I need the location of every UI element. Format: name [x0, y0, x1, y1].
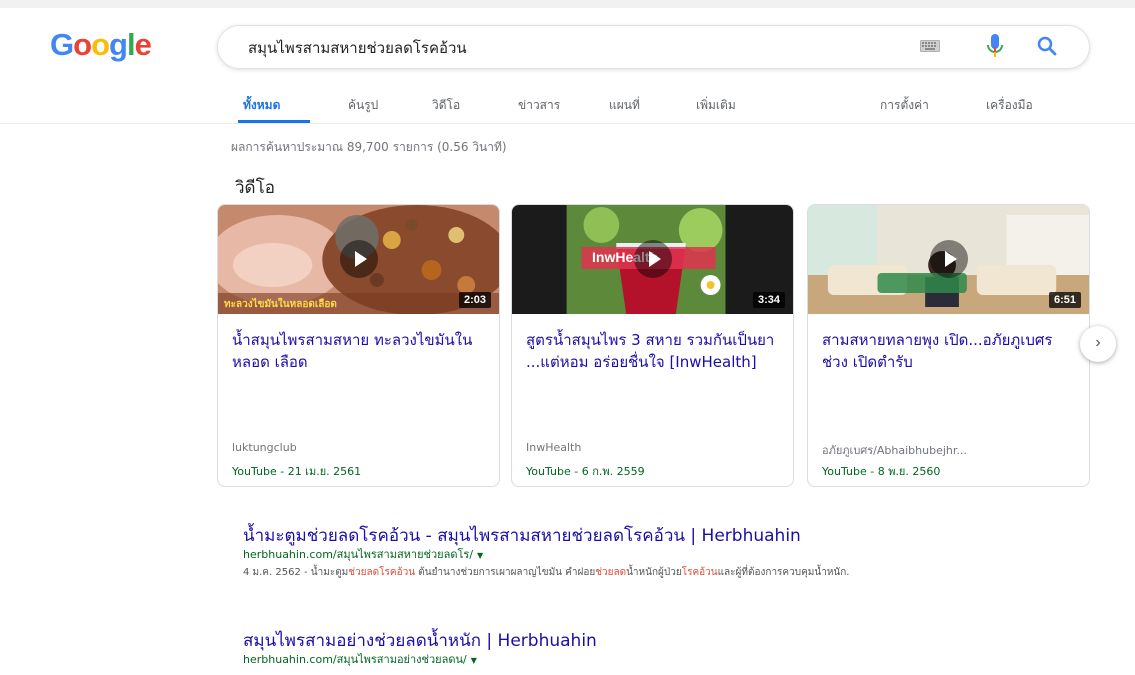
- carousel-next-button[interactable]: ›: [1080, 326, 1116, 362]
- tabs-divider: [0, 123, 1135, 124]
- result-url-text[interactable]: herbhuahin.com/สมุนไพรสามอย่างช่วยลดน/: [243, 653, 467, 666]
- video-title-link[interactable]: สูตรน้ำสมุนไพร 3 สหาย รวมกันเป็นยา ...แต…: [526, 329, 776, 373]
- result-snippet: 4 ม.ค. 2562 - น้ำมะตูมช่วยลดโรคอ้วน ต้นย…: [243, 564, 1073, 581]
- video-card[interactable]: 6:51 สามสหายทลายพุง เปิด...อภัยภูเบศร ช่…: [807, 204, 1090, 487]
- chevron-right-icon: ›: [1095, 334, 1101, 351]
- search-box[interactable]: [217, 25, 1090, 69]
- video-duration: 3:34: [752, 292, 785, 308]
- play-icon[interactable]: [339, 240, 378, 278]
- search-result: สมุนไพรสามอย่างช่วยลดน้ำหนัก | Herbhuahi…: [243, 630, 1093, 669]
- video-channel: luktungclub: [232, 441, 297, 454]
- logo-letter: e: [134, 27, 152, 62]
- result-stats: ผลการค้นหาประมาณ 89,700 รายการ (0.56 วิน…: [231, 140, 507, 154]
- snippet-text: ต้นยำนางช่วยการเผาผลาญไขมัน คำฝอย: [415, 567, 596, 578]
- search-input[interactable]: [248, 36, 928, 60]
- snippet-text: 4 ม.ค. 2562 - น้ำมะตูม: [243, 567, 349, 578]
- thumbnail-caption: ทะลวงไขมันในหลอดเลือด: [224, 299, 337, 310]
- play-icon[interactable]: [929, 240, 968, 278]
- tab-maps[interactable]: แผนที่: [609, 96, 640, 115]
- video-card[interactable]: InwHealth 3:34 สูตรน้ำสมุนไพร 3 สหาย รวม…: [511, 204, 794, 487]
- search-tabs: ทั้งหมด ค้นรูป วิดีโอ ข่าวสาร แผนที่ เพิ…: [0, 96, 1135, 122]
- video-duration: 6:51: [1048, 292, 1081, 308]
- snippet-text: และผู้ที่ต้องการควบคุมน้ำหนัก.: [717, 567, 850, 578]
- play-icon[interactable]: [633, 240, 672, 278]
- tab-all[interactable]: ทั้งหมด: [243, 96, 280, 115]
- snippet-highlight: โรคอ้วน: [681, 567, 718, 578]
- tab-images[interactable]: ค้นรูป: [348, 96, 378, 115]
- video-source-date: YouTube - 8 พ.ย. 2560: [822, 465, 941, 478]
- result-url-text[interactable]: herbhuahin.com/สมุนไพรสามสหายช่วยลดโร/: [243, 548, 473, 561]
- result-url: herbhuahin.com/สมุนไพรสามสหายช่วยลดโร/ ▼: [243, 547, 1093, 564]
- logo-letter: o: [91, 27, 110, 62]
- snippet-text: น้ำหนักผู้ป่วย: [626, 567, 682, 578]
- snippet-highlight: ช่วยลดโรคอ้วน: [348, 567, 416, 578]
- video-card[interactable]: ทะลวงไขมันในหลอดเลือด 2:03 น้ำสมุนไพรสาม…: [217, 204, 500, 487]
- tab-news[interactable]: ข่าวสาร: [518, 96, 560, 115]
- video-duration: 2:03: [458, 292, 491, 308]
- video-source-date: YouTube - 21 เม.ย. 2561: [232, 465, 362, 478]
- video-title-link[interactable]: น้ำสมุนไพรสามสหาย ทะลวงไขมันในหลอด เลือด: [232, 329, 482, 373]
- result-title-link[interactable]: น้ำมะตูมช่วยลดโรคอ้วน - สมุนไพรสามสหายช่…: [243, 525, 1093, 547]
- keyboard-icon[interactable]: [920, 40, 940, 52]
- result-title-link[interactable]: สมุนไพรสามอย่างช่วยลดน้ำหนัก | Herbhuahi…: [243, 630, 1093, 652]
- tab-more[interactable]: เพิ่มเติม: [696, 96, 736, 115]
- dropdown-caret-icon[interactable]: ▼: [471, 656, 477, 665]
- logo-letter: o: [73, 27, 92, 62]
- microphone-icon[interactable]: [987, 34, 1003, 58]
- magnifier-icon[interactable]: [1037, 36, 1057, 56]
- search-result: น้ำมะตูมช่วยลดโรคอ้วน - สมุนไพรสามสหายช่…: [243, 525, 1093, 581]
- video-channel: อภัยภูเบศร/Abhaibhubejhr...: [822, 444, 967, 457]
- google-logo[interactable]: Google: [50, 27, 152, 63]
- top-strip: [0, 0, 1135, 8]
- video-title-link[interactable]: สามสหายทลายพุง เปิด...อภัยภูเบศร ช่วง เป…: [822, 329, 1072, 373]
- tab-tools[interactable]: เครื่องมือ: [986, 96, 1033, 115]
- tab-settings[interactable]: การตั้งค่า: [880, 96, 929, 115]
- result-url: herbhuahin.com/สมุนไพรสามอย่างช่วยลดน/ ▼: [243, 652, 1093, 669]
- snippet-highlight: ช่วยลด: [595, 567, 627, 578]
- logo-letter: l: [126, 27, 136, 62]
- video-section-heading: วิดีโอ: [235, 178, 275, 198]
- logo-letter: G: [50, 27, 74, 62]
- dropdown-caret-icon[interactable]: ▼: [477, 551, 483, 560]
- video-source-date: YouTube - 6 ก.พ. 2559: [526, 465, 645, 478]
- tab-videos[interactable]: วิดีโอ: [432, 96, 460, 115]
- logo-letter: g: [109, 27, 128, 62]
- video-channel: InwHealth: [526, 441, 582, 454]
